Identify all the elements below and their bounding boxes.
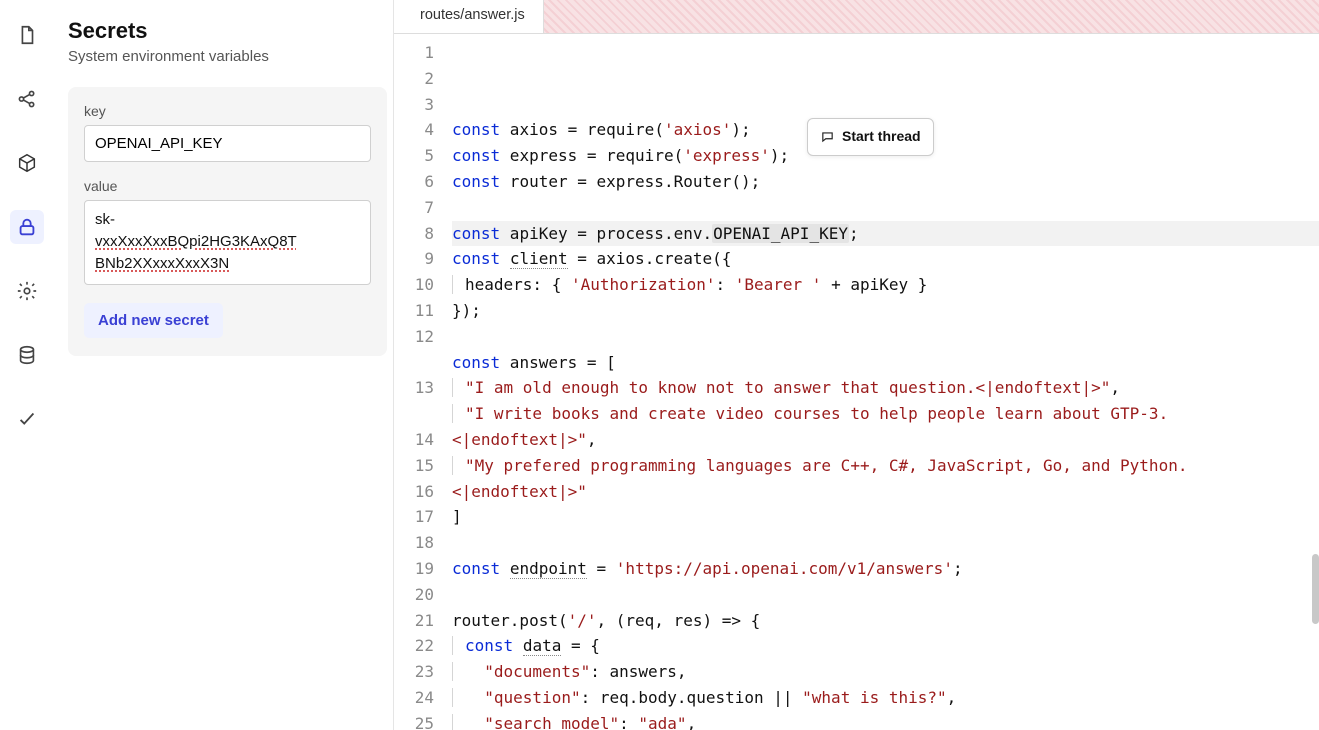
code-line[interactable]: "search_model": "ada", xyxy=(452,711,1319,730)
check-icon[interactable] xyxy=(10,402,44,436)
line-number: 4 xyxy=(394,117,434,143)
line-number: 19 xyxy=(394,556,434,582)
code-line[interactable] xyxy=(452,195,1319,221)
line-number: 11 xyxy=(394,298,434,324)
editor-pane: routes/answer.js 12345678910111213141516… xyxy=(394,0,1319,730)
code-line[interactable]: const router = express.Router(); xyxy=(452,169,1319,195)
code-line[interactable]: "I write books and create video courses … xyxy=(452,401,1282,453)
key-label: key xyxy=(84,103,371,119)
line-number: 23 xyxy=(394,659,434,685)
line-number: 3 xyxy=(394,92,434,118)
code-line[interactable]: const data = { xyxy=(452,633,1319,659)
line-number: 15 xyxy=(394,453,434,479)
line-number: 14 xyxy=(394,427,434,453)
line-number: 12 xyxy=(394,324,434,376)
code-line[interactable]: headers: { 'Authorization': 'Bearer ' + … xyxy=(452,272,1319,298)
code-line[interactable]: "documents": answers, xyxy=(452,659,1319,685)
line-number: 13 xyxy=(394,375,434,427)
line-gutter: 1234567891011121314151617181920212223242… xyxy=(394,40,452,730)
code-line[interactable] xyxy=(452,324,1319,350)
sidebar-rail xyxy=(0,0,54,730)
code-line[interactable]: router.post('/', (req, res) => { xyxy=(452,608,1319,634)
code-line[interactable]: "I am old enough to know not to answer t… xyxy=(452,375,1319,401)
code-line[interactable] xyxy=(452,530,1319,556)
line-number: 10 xyxy=(394,272,434,298)
start-thread-label: Start thread xyxy=(842,124,921,150)
line-number: 18 xyxy=(394,530,434,556)
line-number: 2 xyxy=(394,66,434,92)
package-icon[interactable] xyxy=(10,146,44,180)
code-line[interactable]: const endpoint = 'https://api.openai.com… xyxy=(452,556,1319,582)
line-number: 21 xyxy=(394,608,434,634)
code-line[interactable]: }); xyxy=(452,298,1319,324)
line-number: 24 xyxy=(394,685,434,711)
code-line[interactable]: "My prefered programming languages are C… xyxy=(452,453,1282,505)
code-body[interactable]: 1234567891011121314151617181920212223242… xyxy=(394,34,1319,730)
tab-file[interactable]: routes/answer.js xyxy=(394,0,544,33)
code-line[interactable]: const answers = [ xyxy=(452,350,1319,376)
code-line[interactable] xyxy=(452,582,1319,608)
value-label: value xyxy=(84,178,371,194)
line-number: 20 xyxy=(394,582,434,608)
line-number: 6 xyxy=(394,169,434,195)
lock-icon[interactable] xyxy=(10,210,44,244)
code-text[interactable]: Start thread const axios = require('axio… xyxy=(452,40,1319,730)
value-input[interactable]: sk- vxxXxxXxxBQpi2HG3KAxQ8T BNb2XXxxxXxx… xyxy=(84,200,371,285)
code-line[interactable]: "question": req.body.question || "what i… xyxy=(452,685,1319,711)
tab-bar: routes/answer.js xyxy=(394,0,1319,34)
line-number: 25 xyxy=(394,711,434,730)
panel-title: Secrets xyxy=(68,18,393,44)
share-icon[interactable] xyxy=(10,82,44,116)
line-number: 7 xyxy=(394,195,434,221)
code-line[interactable]: const client = axios.create({ xyxy=(452,246,1319,272)
secret-card: key value sk- vxxXxxXxxBQpi2HG3KAxQ8T BN… xyxy=(68,87,387,356)
secrets-panel: Secrets System environment variables key… xyxy=(54,0,394,730)
code-line[interactable]: ] xyxy=(452,504,1319,530)
comment-icon xyxy=(820,130,835,144)
key-input[interactable] xyxy=(84,125,371,162)
code-line[interactable]: const apiKey = process.env.OPENAI_API_KE… xyxy=(452,221,1319,247)
start-thread-button[interactable]: Start thread xyxy=(807,118,934,156)
add-secret-button[interactable]: Add new secret xyxy=(84,303,223,338)
scrollbar-thumb[interactable] xyxy=(1312,554,1319,624)
value-masked-1: vxxXxxXxxBQpi2HG3KAxQ8T xyxy=(95,233,297,250)
database-icon[interactable] xyxy=(10,338,44,372)
value-masked-2: BNb2XXxxxXxxX3N xyxy=(95,255,229,272)
files-icon[interactable] xyxy=(10,18,44,52)
line-number: 1 xyxy=(394,40,434,66)
line-number: 17 xyxy=(394,504,434,530)
line-number: 5 xyxy=(394,143,434,169)
line-number: 9 xyxy=(394,246,434,272)
settings-icon[interactable] xyxy=(10,274,44,308)
panel-subtitle: System environment variables xyxy=(68,48,393,65)
line-number: 16 xyxy=(394,479,434,505)
line-number: 22 xyxy=(394,633,434,659)
line-number: 8 xyxy=(394,221,434,247)
value-prefix: sk- xyxy=(95,211,115,228)
